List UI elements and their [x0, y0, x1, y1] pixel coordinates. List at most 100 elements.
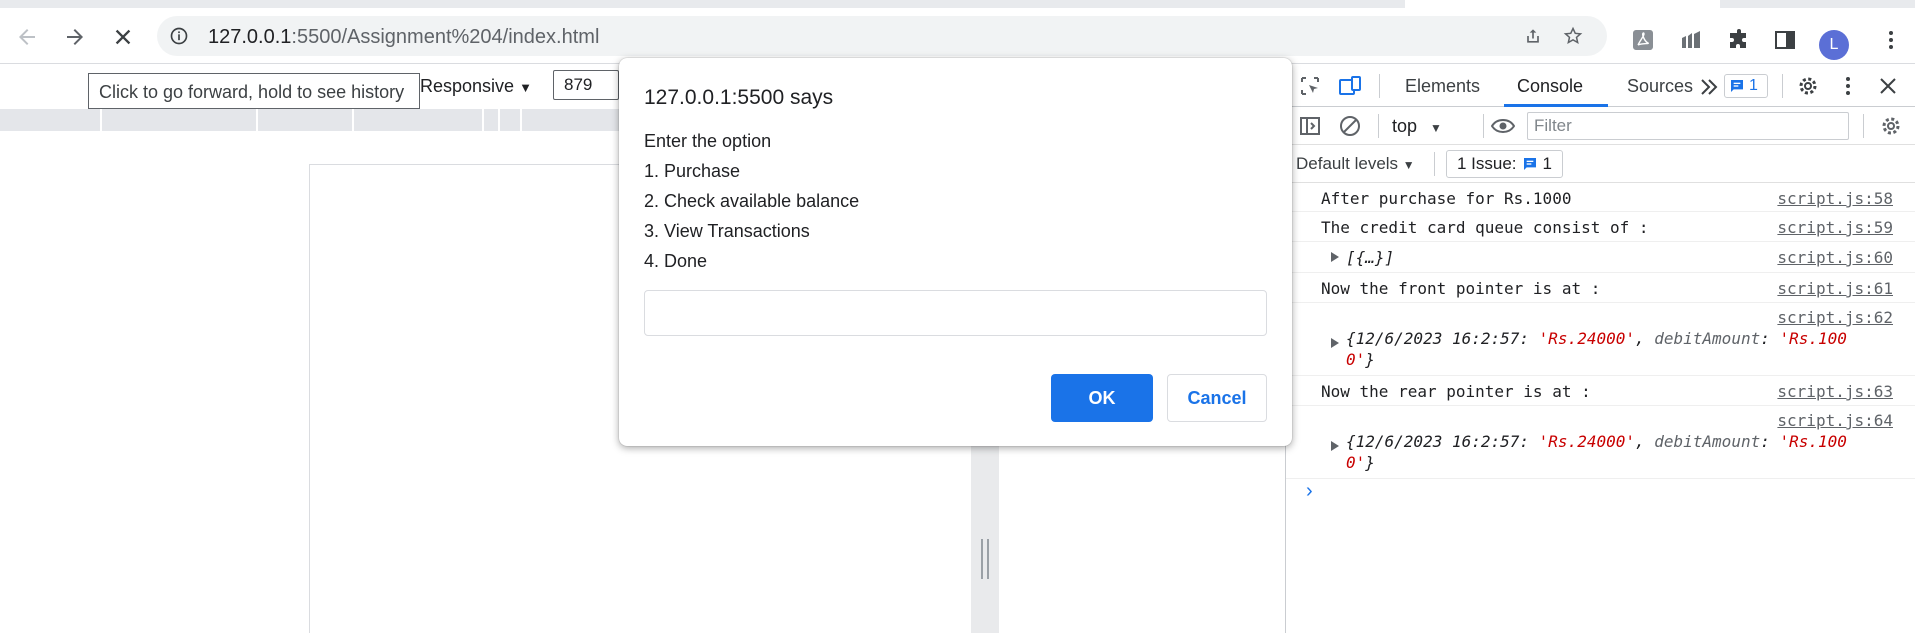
stop-button[interactable] [108, 22, 138, 52]
console-source-link[interactable]: script.js:61 [1777, 279, 1893, 298]
console-message-text: After purchase for Rs.1000 [1321, 189, 1572, 208]
object-key: {12/6/2023 16:2:57 [1346, 432, 1520, 451]
tab-elements[interactable]: Elements [1405, 76, 1480, 97]
console-message[interactable]: [{…}] script.js:60 [1286, 242, 1915, 273]
console-message-text: The credit card queue consist of : [1321, 218, 1649, 237]
toolbar-separator [1782, 74, 1783, 98]
ruler-divider [498, 109, 500, 131]
console-filter-input[interactable]: Filter [1527, 112, 1849, 140]
tab-strip-background [0, 0, 1405, 8]
dialog-message-line: 1. Purchase [644, 161, 741, 181]
clear-console-icon[interactable] [1338, 114, 1362, 138]
dropdown-triangle-icon: ▼ [1430, 121, 1442, 135]
address-bar[interactable]: 127.0.0.1:5500/Assignment%204/index.html [157, 16, 1607, 56]
issue-chip-label: 1 Issue: [1457, 154, 1517, 173]
dropdown-triangle-icon: ▼ [519, 80, 532, 95]
cancel-button[interactable]: Cancel [1167, 374, 1267, 422]
url-host: 127.0.0.1 [208, 26, 292, 48]
back-arrow-icon [19, 29, 35, 45]
live-expression-eye-icon[interactable] [1491, 114, 1515, 138]
object-value: 'Rs.100 [1779, 432, 1847, 451]
object-value: 'Rs.100 [1779, 329, 1847, 348]
prompt-dialog: 127.0.0.1:5500 says Enter the option 1. … [619, 58, 1292, 446]
dialog-message-line: 3. View Transactions [644, 221, 810, 241]
expand-triangle-icon[interactable] [1331, 441, 1339, 451]
settings-gear-icon[interactable] [1796, 74, 1820, 98]
object-key: debitAmount [1654, 432, 1761, 451]
object-value: 0' [1346, 350, 1366, 369]
ruler-divider [482, 109, 484, 131]
console-message: The credit card queue consist of : scrip… [1286, 212, 1915, 242]
object-value: 'Rs.24000' [1538, 329, 1635, 348]
bookmark-star-icon[interactable] [1563, 26, 1583, 46]
expand-triangle-icon[interactable] [1331, 252, 1339, 262]
dialog-message-line: 2. Check available balance [644, 191, 860, 211]
object-key: {12/6/2023 16:2:57 [1346, 329, 1520, 348]
console-levels-bar: Default levels ▼ 1 Issue: 1 [1286, 145, 1915, 183]
log-levels-label: Default levels [1296, 154, 1399, 173]
forward-tooltip: Click to go forward, hold to see history [88, 73, 420, 109]
console-message[interactable]: script.js:64 {12/6/2023 16:2:57: 'Rs.240… [1286, 406, 1915, 479]
url-path: :5500/Assignment%204/index.html [291, 26, 600, 48]
issues-counter[interactable]: 1 [1724, 74, 1768, 98]
console-source-link[interactable]: script.js:63 [1777, 382, 1893, 401]
device-mode-select[interactable]: Responsive ▼ [420, 76, 532, 97]
dialog-input[interactable] [644, 290, 1267, 336]
forward-button[interactable] [60, 22, 90, 52]
browser-toolbar: 127.0.0.1:5500/Assignment%204/index.html… [0, 10, 1915, 64]
extensions-puzzle-icon[interactable] [1727, 28, 1751, 52]
console-source-link[interactable]: script.js:60 [1777, 248, 1893, 267]
toolbar-separator [1379, 74, 1380, 98]
console-source-link[interactable]: script.js:64 [1777, 411, 1893, 430]
device-mode-label: Responsive [420, 76, 515, 96]
side-panel-icon[interactable] [1773, 28, 1797, 52]
issue-chip-count: 1 [1542, 154, 1553, 173]
tab-sources[interactable]: Sources [1627, 76, 1693, 97]
dialog-message-line: Enter the option [644, 131, 772, 151]
console-message[interactable]: script.js:62 {12/6/2023 16:2:57: 'Rs.240… [1286, 303, 1915, 376]
object-value: 'Rs.24000' [1538, 432, 1635, 451]
message-icon [1523, 158, 1536, 170]
resize-handle[interactable] [981, 539, 989, 579]
dropdown-triangle-icon: ▼ [1402, 158, 1415, 172]
back-button[interactable] [12, 22, 42, 52]
console-message: After purchase for Rs.1000 script.js:58 [1286, 183, 1915, 212]
console-array-preview[interactable]: [{…}] [1346, 248, 1394, 267]
console-settings-gear-icon[interactable] [1879, 114, 1903, 138]
console-object-preview[interactable]: {12/6/2023 16:2:57: 'Rs.24000', debitAmo… [1346, 329, 1847, 348]
issues-chip[interactable]: 1 Issue: 1 [1446, 150, 1564, 178]
stop-loading-icon [115, 29, 131, 45]
profile-avatar[interactable]: L [1819, 30, 1849, 60]
console-source-link[interactable]: script.js:59 [1777, 218, 1893, 237]
console-source-link[interactable]: script.js:62 [1777, 308, 1893, 327]
devtools-menu-icon[interactable] [1836, 74, 1860, 98]
sidebar-toggle-icon[interactable] [1298, 114, 1322, 138]
tab-strip [0, 0, 1915, 10]
device-toggle-icon[interactable] [1338, 74, 1362, 98]
tab-console[interactable]: Console [1517, 76, 1583, 97]
devtools-tab-bar: Elements Console Sources 1 [1286, 64, 1915, 107]
expand-triangle-icon[interactable] [1331, 338, 1339, 348]
console-message: Now the rear pointer is at : script.js:6… [1286, 376, 1915, 406]
prompt-chevron-icon: › [1306, 480, 1313, 502]
console-message: Now the front pointer is at : script.js:… [1286, 273, 1915, 303]
ok-button[interactable]: OK [1051, 374, 1153, 422]
console-message-text: Now the rear pointer is at : [1321, 382, 1591, 401]
site-info-icon[interactable] [169, 26, 189, 46]
log-levels-select[interactable]: Default levels ▼ [1296, 154, 1415, 174]
share-icon[interactable] [1523, 26, 1543, 46]
close-icon[interactable] [1876, 74, 1900, 98]
console-source-link[interactable]: script.js:58 [1777, 189, 1893, 208]
chart-extension-icon[interactable] [1679, 28, 1703, 52]
forward-arrow-icon [67, 29, 83, 45]
more-tabs-chevron-icon[interactable] [1697, 75, 1721, 99]
console-message-text: Now the front pointer is at : [1321, 279, 1601, 298]
console-output: After purchase for Rs.1000 script.js:58 … [1286, 183, 1915, 509]
inspect-element-icon[interactable] [1298, 74, 1322, 98]
more-menu-icon[interactable] [1879, 28, 1903, 52]
pdf-extension-icon[interactable] [1631, 28, 1655, 52]
console-object-preview[interactable]: {12/6/2023 16:2:57: 'Rs.24000', debitAmo… [1346, 432, 1847, 451]
console-prompt[interactable]: › [1286, 479, 1915, 509]
viewport-width-input[interactable]: 879 [553, 70, 619, 100]
context-select[interactable]: top ▼ [1392, 116, 1442, 137]
